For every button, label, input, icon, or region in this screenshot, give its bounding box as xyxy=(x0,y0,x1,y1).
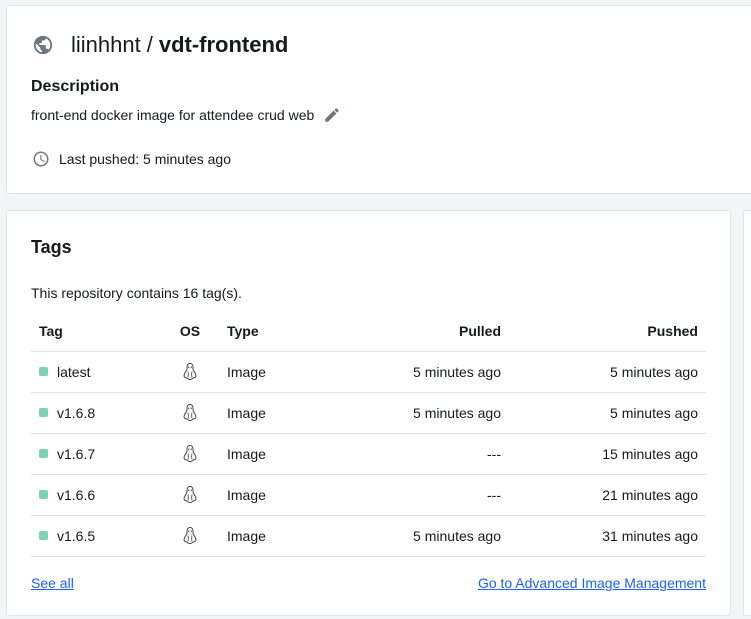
type-cell: Image xyxy=(219,474,329,516)
status-dot xyxy=(39,449,48,458)
type-cell: Image xyxy=(219,515,329,557)
os-cell xyxy=(161,433,219,475)
linux-icon xyxy=(181,403,199,423)
linux-icon xyxy=(181,362,199,382)
pushed-cell: 21 minutes ago xyxy=(509,474,706,516)
column-header-tag: Tag xyxy=(31,311,161,352)
pulled-cell: 5 minutes ago xyxy=(329,351,509,393)
tag-name[interactable]: v1.6.5 xyxy=(57,528,95,544)
status-dot xyxy=(39,490,48,499)
edit-pencil-icon[interactable] xyxy=(323,106,341,124)
table-row[interactable]: v1.6.8 Image 5 minutes ago 5 minutes ago xyxy=(31,392,706,434)
tag-cell[interactable]: v1.6.6 xyxy=(31,474,161,516)
advanced-image-management-link[interactable]: Go to Advanced Image Management xyxy=(478,575,706,591)
linux-icon xyxy=(181,444,199,464)
table-header-row: Tag OS Type Pulled Pushed xyxy=(31,311,706,352)
pulled-cell: --- xyxy=(329,433,509,475)
pushed-cell: 5 minutes ago xyxy=(509,351,706,393)
table-row[interactable]: v1.6.6 Image --- 21 minutes ago xyxy=(31,474,706,516)
tag-name[interactable]: v1.6.6 xyxy=(57,487,95,503)
side-panel-card xyxy=(743,210,751,616)
pushed-cell: 5 minutes ago xyxy=(509,392,706,434)
type-cell: Image xyxy=(219,392,329,434)
repository-header-card: liinhhnt / vdt-frontend Description fron… xyxy=(6,5,751,194)
type-cell: Image xyxy=(219,433,329,475)
os-cell xyxy=(161,392,219,434)
tag-cell[interactable]: v1.6.5 xyxy=(31,515,161,557)
pushed-cell: 15 minutes ago xyxy=(509,433,706,475)
globe-icon xyxy=(32,34,54,56)
table-row[interactable]: latest Image 5 minutes ago 5 minutes ago xyxy=(31,351,706,393)
repo-title: liinhhnt / vdt-frontend xyxy=(32,32,288,58)
status-dot xyxy=(39,408,48,417)
type-cell: Image xyxy=(219,351,329,393)
tag-name[interactable]: v1.6.7 xyxy=(57,446,95,462)
column-header-os: OS xyxy=(161,311,219,352)
linux-icon xyxy=(181,526,199,546)
pulled-cell: 5 minutes ago xyxy=(329,515,509,557)
tags-card: Tags This repository contains 16 tag(s).… xyxy=(6,210,731,616)
clock-icon xyxy=(32,150,50,168)
column-header-type: Type xyxy=(219,311,329,352)
tag-name[interactable]: v1.6.8 xyxy=(57,405,95,421)
tag-name[interactable]: latest xyxy=(57,364,90,380)
os-cell xyxy=(161,474,219,516)
column-header-pushed: Pushed xyxy=(509,311,706,352)
last-pushed: Last pushed: 5 minutes ago xyxy=(32,150,231,168)
last-pushed-text: Last pushed: 5 minutes ago xyxy=(59,151,232,167)
linux-icon xyxy=(181,485,199,505)
description-text: front-end docker image for attendee crud… xyxy=(31,107,315,123)
see-all-link[interactable]: See all xyxy=(31,575,74,591)
column-header-pulled: Pulled xyxy=(329,311,509,352)
os-cell xyxy=(161,351,219,393)
status-dot xyxy=(39,531,48,540)
tag-cell[interactable]: latest xyxy=(31,351,161,393)
pushed-cell: 31 minutes ago xyxy=(509,515,706,557)
tag-cell[interactable]: v1.6.7 xyxy=(31,433,161,475)
table-row[interactable]: v1.6.5 Image 5 minutes ago 31 minutes ag… xyxy=(31,515,706,557)
tag-count-text: This repository contains 16 tag(s). xyxy=(31,285,242,301)
tag-cell[interactable]: v1.6.8 xyxy=(31,392,161,434)
repo-name: vdt-frontend xyxy=(158,32,289,57)
os-cell xyxy=(161,515,219,557)
repo-namespace: liinhhnt xyxy=(71,32,141,57)
description-label: Description xyxy=(31,78,120,95)
pulled-cell: --- xyxy=(329,474,509,516)
table-row[interactable]: v1.6.7 Image --- 15 minutes ago xyxy=(31,433,706,475)
pulled-cell: 5 minutes ago xyxy=(329,392,509,434)
tags-table: Tag OS Type Pulled Pushed latest Image 5… xyxy=(31,311,706,557)
repo-separator: / xyxy=(146,32,153,57)
status-dot xyxy=(39,367,48,376)
description: front-end docker image for attendee crud… xyxy=(31,106,341,124)
tags-heading: Tags xyxy=(31,237,72,257)
